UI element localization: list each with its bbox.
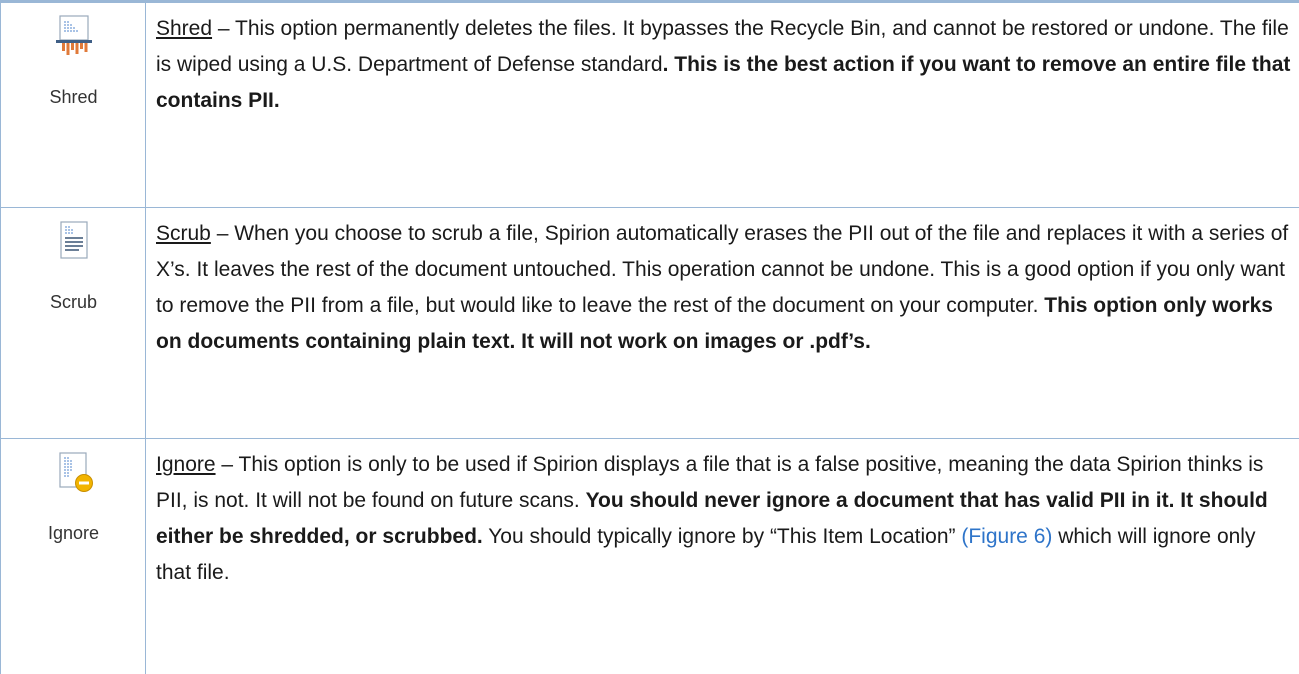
ignore-icon-label: Ignore: [48, 523, 99, 544]
shred-icon: [54, 15, 94, 57]
ignore-icon: [54, 451, 94, 493]
scrub-icon: [54, 220, 94, 262]
file-actions-table: Shred Shred – This option permanently de…: [0, 3, 1299, 674]
shred-term: Shred: [156, 17, 212, 40]
scrub-dash: –: [211, 222, 234, 245]
ignore-description-cell: Ignore – This option is only to be used …: [146, 439, 1299, 674]
ignore-term: Ignore: [156, 453, 216, 476]
shred-description: Shred – This option permanently deletes …: [156, 11, 1292, 119]
table-row-ignore: Ignore Ignore – This option is only to b…: [1, 439, 1299, 674]
ignore-dash: –: [216, 453, 239, 476]
shred-dash: –: [212, 17, 235, 40]
ignore-icon-cell: Ignore: [1, 439, 146, 674]
scrub-description-cell: Scrub – When you choose to scrub a file,…: [146, 208, 1299, 439]
scrub-icon-cell: Scrub: [1, 208, 146, 439]
table-row-shred: Shred Shred – This option permanently de…: [1, 3, 1299, 208]
shred-icon-label: Shred: [49, 87, 97, 108]
figure-6-link[interactable]: (Figure 6): [961, 525, 1052, 548]
ignore-description: Ignore – This option is only to be used …: [156, 447, 1292, 591]
ignore-text-2: You should typically ignore by “This Ite…: [483, 525, 962, 548]
scrub-description: Scrub – When you choose to scrub a file,…: [156, 216, 1292, 360]
scrub-icon-label: Scrub: [50, 292, 97, 313]
shred-icon-cell: Shred: [1, 3, 146, 208]
shred-description-cell: Shred – This option permanently deletes …: [146, 3, 1299, 208]
table-row-scrub: Scrub Scrub – When you choose to scrub a…: [1, 208, 1299, 439]
scrub-term: Scrub: [156, 222, 211, 245]
